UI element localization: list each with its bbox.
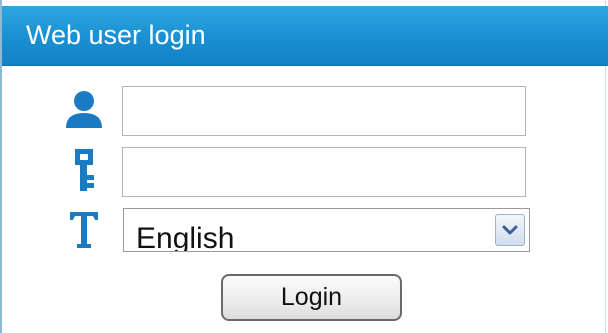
panel-header: Web user login [2,6,608,66]
page-title: Web user login [26,20,206,50]
language-select[interactable]: English [123,208,530,252]
key-icon [64,147,104,193]
language-icon [64,206,104,252]
login-panel: Web user login English Login [0,0,608,333]
language-select-value: English [136,222,235,252]
password-field[interactable] [122,147,526,197]
login-button[interactable]: Login [221,274,402,321]
username-field[interactable] [122,86,526,136]
user-icon [64,88,104,134]
chevron-down-icon[interactable] [495,214,525,246]
